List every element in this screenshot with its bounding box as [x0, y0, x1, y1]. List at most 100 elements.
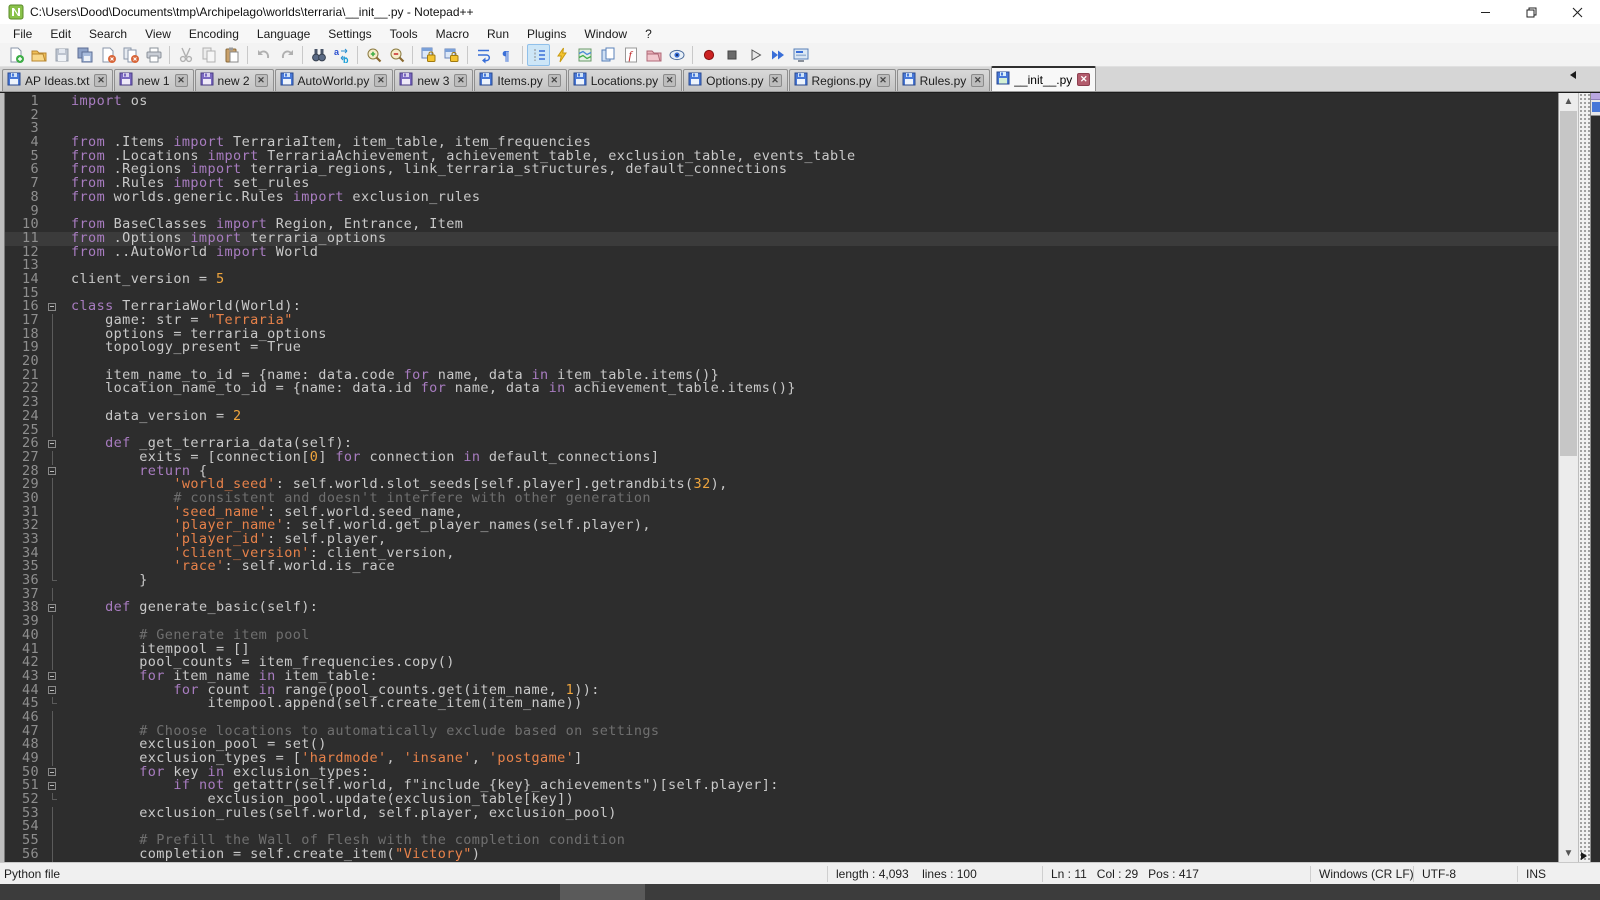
redo-icon[interactable]: [275, 44, 298, 66]
code-line[interactable]: 53 exclusion_rules(self.world, self.play…: [5, 807, 1558, 821]
tab-close-icon[interactable]: ✕: [769, 74, 782, 87]
new-file-icon[interactable]: [4, 44, 27, 66]
tab-locations-py[interactable]: Locations.py✕: [568, 69, 682, 91]
macro-play-icon[interactable]: [743, 44, 766, 66]
tab-close-icon[interactable]: ✕: [548, 74, 561, 87]
code-line[interactable]: 12from ..AutoWorld import World: [5, 246, 1558, 260]
copy-icon[interactable]: [197, 44, 220, 66]
macro-stop-icon[interactable]: [720, 44, 743, 66]
tab-close-icon[interactable]: ✕: [877, 74, 890, 87]
code-editor[interactable]: 1import os234from .Items import Terraria…: [5, 93, 1558, 862]
scroll-down-icon[interactable]: ▼: [1559, 845, 1578, 862]
fold-collapse-icon[interactable]: [45, 465, 61, 479]
file-monitoring-icon[interactable]: [665, 44, 688, 66]
code-line[interactable]: 2: [5, 109, 1558, 123]
minimize-button[interactable]: [1462, 0, 1508, 24]
sync-horizontal-scroll-icon[interactable]: [440, 44, 463, 66]
menu-window[interactable]: Window: [575, 25, 636, 43]
zoom-in-icon[interactable]: [362, 44, 385, 66]
tab-close-icon[interactable]: ✕: [663, 74, 676, 87]
folder-as-workspace-icon[interactable]: [642, 44, 665, 66]
fold-collapse-icon[interactable]: [45, 601, 61, 615]
function-list-icon[interactable]: f: [619, 44, 642, 66]
menu-file[interactable]: File: [4, 25, 41, 43]
tab-options-py[interactable]: Options.py✕: [683, 69, 787, 91]
tab-new-1[interactable]: new 1✕: [114, 69, 193, 91]
undo-icon[interactable]: [252, 44, 275, 66]
code-line[interactable]: 1import os: [5, 95, 1558, 109]
sync-vertical-scroll-icon[interactable]: [417, 44, 440, 66]
view-splitter[interactable]: [1578, 93, 1590, 862]
paste-icon[interactable]: [220, 44, 243, 66]
menu-plugins[interactable]: Plugins: [518, 25, 575, 43]
tab-close-icon[interactable]: ✕: [1077, 73, 1090, 86]
save-file-icon[interactable]: [50, 44, 73, 66]
close-file-icon[interactable]: [96, 44, 119, 66]
status-insert-mode[interactable]: INS: [1518, 866, 1600, 882]
tab-items-py[interactable]: Items.py✕: [474, 69, 566, 91]
tab-new-3[interactable]: new 3✕: [394, 69, 473, 91]
tab-close-icon[interactable]: ✕: [255, 74, 268, 87]
status-encoding[interactable]: UTF-8: [1414, 866, 1518, 882]
word-wrap-icon[interactable]: [472, 44, 495, 66]
scrollbar-thumb[interactable]: [1560, 111, 1577, 456]
tab-ap-ideas-txt[interactable]: AP Ideas.txt✕: [2, 69, 113, 91]
replace-icon[interactable]: ab: [330, 44, 353, 66]
tab-close-icon[interactable]: ✕: [971, 74, 984, 87]
code-line[interactable]: 36 }: [5, 574, 1558, 588]
tab-regions-py[interactable]: Regions.py✕: [789, 69, 896, 91]
tab-scroll-left-icon[interactable]: [1570, 71, 1576, 79]
tab-close-icon[interactable]: ✕: [454, 74, 467, 87]
menu-run[interactable]: Run: [478, 25, 518, 43]
tab-close-icon[interactable]: ✕: [175, 74, 188, 87]
menu-edit[interactable]: Edit: [41, 25, 80, 43]
code-line[interactable]: 8from worlds.generic.Rules import exclus…: [5, 191, 1558, 205]
menu-encoding[interactable]: Encoding: [180, 25, 248, 43]
print-icon[interactable]: [142, 44, 165, 66]
vertical-scrollbar[interactable]: ▲ ▼: [1558, 93, 1578, 862]
status-eol-format[interactable]: Windows (CR LF): [1311, 866, 1414, 882]
tab--init-py[interactable]: __init__.py✕: [991, 66, 1096, 91]
restore-button[interactable]: [1508, 0, 1554, 24]
code-line[interactable]: 35 'race': self.world.is_race: [5, 560, 1558, 574]
fold-collapse-icon[interactable]: [45, 300, 61, 314]
document-switcher-icon[interactable]: [596, 44, 619, 66]
macro-save-icon[interactable]: [789, 44, 812, 66]
cut-icon[interactable]: [174, 44, 197, 66]
zoom-out-icon[interactable]: [385, 44, 408, 66]
menu-macro[interactable]: Macro: [427, 25, 478, 43]
code-line[interactable]: 13: [5, 259, 1558, 273]
tab-new-2[interactable]: new 2✕: [195, 69, 274, 91]
find-icon[interactable]: [307, 44, 330, 66]
menu-view[interactable]: View: [136, 25, 180, 43]
tab-close-icon[interactable]: ✕: [374, 74, 387, 87]
show-all-characters-icon[interactable]: ¶: [495, 44, 518, 66]
close-button[interactable]: [1554, 0, 1600, 24]
fold-collapse-icon[interactable]: [45, 670, 61, 684]
code-line[interactable]: 27 exits = [connection[0] for connection…: [5, 451, 1558, 465]
indent-guide-icon[interactable]: [527, 44, 550, 66]
code-line[interactable]: 19 topology_present = True: [5, 341, 1558, 355]
fold-collapse-icon[interactable]: [45, 684, 61, 698]
code-line[interactable]: 22 location_name_to_id = {name: data.id …: [5, 382, 1558, 396]
fold-collapse-icon[interactable]: [45, 779, 61, 793]
tab-autoworld-py[interactable]: AutoWorld.py✕: [275, 69, 394, 91]
code-line[interactable]: 24 data_version = 2: [5, 410, 1558, 424]
save-all-icon[interactable]: [73, 44, 96, 66]
macro-record-icon[interactable]: [697, 44, 720, 66]
menu-tools[interactable]: Tools: [381, 25, 427, 43]
scroll-up-icon[interactable]: ▲: [1559, 93, 1578, 110]
menu-language[interactable]: Language: [248, 25, 319, 43]
code-line[interactable]: 14client_version = 5: [5, 273, 1558, 287]
document-map-icon[interactable]: [573, 44, 596, 66]
function-completion-icon[interactable]: [550, 44, 573, 66]
open-file-icon[interactable]: [27, 44, 50, 66]
menu-help[interactable]: ?: [636, 25, 661, 43]
tab-close-icon[interactable]: ✕: [94, 74, 107, 87]
macro-run-multiple-icon[interactable]: [766, 44, 789, 66]
fold-collapse-icon[interactable]: [45, 437, 61, 451]
tab-rules-py[interactable]: Rules.py✕: [897, 69, 991, 91]
menu-search[interactable]: Search: [80, 25, 136, 43]
code-line[interactable]: 56 completion = self.create_item("Victor…: [5, 848, 1558, 862]
fold-collapse-icon[interactable]: [45, 766, 61, 780]
